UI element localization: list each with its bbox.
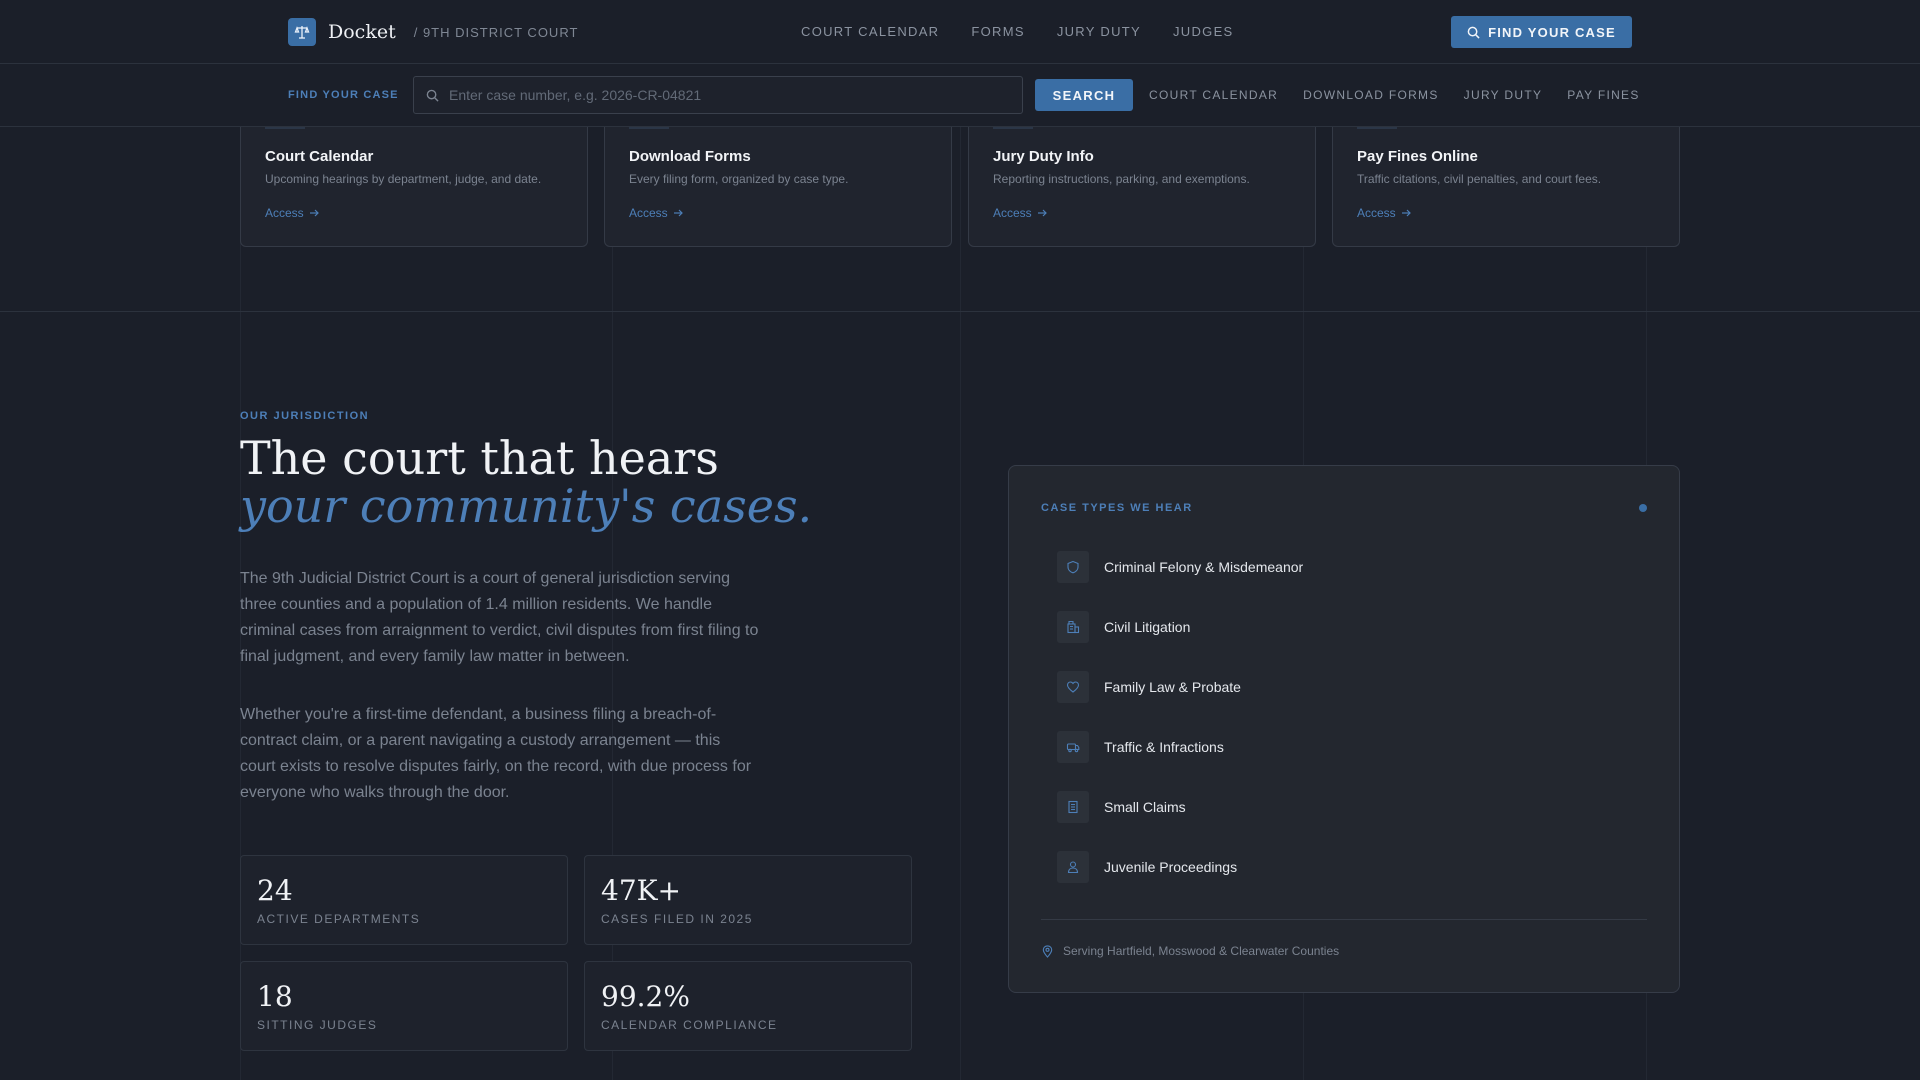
- search-button[interactable]: SEARCH: [1035, 79, 1133, 111]
- arrow-right-icon: [673, 209, 683, 217]
- card-title: Court Calendar: [265, 148, 374, 165]
- stat-card-departments: 24 ACTIVE DEPARTMENTS: [240, 855, 568, 945]
- service-area-text: Serving Hartfield, Mosswood & Clearwater…: [1063, 944, 1340, 958]
- card-access-link[interactable]: Access: [629, 206, 683, 220]
- location-pin-icon: [1042, 944, 1053, 958]
- stat-label: CALENDAR COMPLIANCE: [601, 1018, 778, 1032]
- top-nav: Docket / 9TH DISTRICT COURT COURT CALEND…: [0, 0, 1920, 64]
- stat-card-judges: 18 SITTING JUDGES: [240, 961, 568, 1051]
- card-description: Reporting instructions, parking, and exe…: [993, 172, 1250, 186]
- card-description: Upcoming hearings by department, judge, …: [265, 172, 542, 186]
- status-dot: [1639, 504, 1647, 512]
- headline-line-1: The court that hears: [240, 431, 719, 485]
- card-title: Jury Duty Info: [993, 148, 1094, 165]
- stat-value: 99.2%: [601, 980, 690, 1013]
- stat-label: CASES FILED IN 2025: [601, 912, 753, 926]
- scales-icon: [288, 18, 316, 46]
- case-type-label: Traffic & Infractions: [1104, 739, 1224, 755]
- search-icon: [426, 89, 439, 102]
- quick-link-court-calendar[interactable]: COURT CALENDAR: [1149, 88, 1278, 102]
- case-type-label: Small Claims: [1104, 799, 1186, 815]
- quick-link-download-forms[interactable]: DOWNLOAD FORMS: [1303, 88, 1439, 102]
- card-access-link[interactable]: Access: [265, 206, 319, 220]
- card-access-link[interactable]: Access: [1357, 206, 1411, 220]
- access-label: Access: [993, 206, 1032, 220]
- intro-paragraph: The 9th Judicial District Court is a cou…: [240, 570, 759, 665]
- case-type-label: Family Law & Probate: [1104, 679, 1241, 695]
- nav-link-forms[interactable]: FORMS: [971, 24, 1024, 39]
- card-title: Download Forms: [629, 148, 751, 165]
- stat-label: ACTIVE DEPARTMENTS: [257, 912, 421, 926]
- quick-links: COURT CALENDAR DOWNLOAD FORMS JURY DUTY …: [1149, 88, 1640, 102]
- case-search-bar: FIND YOUR CASE Enter case number, e.g. 2…: [0, 64, 1920, 127]
- brand-name: Docket: [328, 21, 396, 43]
- mission-paragraph: Whether you're a first-time defendant, a…: [240, 706, 752, 801]
- nav-link-judges[interactable]: JUDGES: [1173, 24, 1234, 39]
- receipt-icon: [1057, 791, 1089, 823]
- shield-icon: [1057, 551, 1089, 583]
- quick-link-pay-fines[interactable]: PAY FINES: [1567, 88, 1639, 102]
- arrow-right-icon: [309, 209, 319, 217]
- panel-footer: Serving Hartfield, Mosswood & Clearwater…: [1041, 944, 1339, 958]
- search-placeholder: Enter case number, e.g. 2026-CR-04821: [449, 87, 702, 103]
- card-description: Every filing form, organized by case typ…: [629, 172, 849, 186]
- case-type-small-claims[interactable]: Small Claims: [1057, 791, 1186, 823]
- stat-card-compliance: 99.2% CALENDAR COMPLIANCE: [584, 961, 912, 1051]
- quick-link-jury-duty[interactable]: JURY DUTY: [1464, 88, 1543, 102]
- access-label: Access: [265, 206, 304, 220]
- case-type-family[interactable]: Family Law & Probate: [1057, 671, 1241, 703]
- search-icon: [1467, 26, 1480, 39]
- headline-line-2: your community's cases.: [240, 479, 813, 533]
- panel-title: CASE TYPES WE HEAR: [1041, 502, 1193, 514]
- stat-label: SITTING JUDGES: [257, 1018, 378, 1032]
- stat-value: 18: [257, 980, 293, 1013]
- stat-card-cases-filed: 47K+ CASES FILED IN 2025: [584, 855, 912, 945]
- access-label: Access: [1357, 206, 1396, 220]
- case-type-criminal[interactable]: Criminal Felony & Misdemeanor: [1057, 551, 1303, 583]
- arrow-right-icon: [1401, 209, 1411, 217]
- person-icon: [1057, 851, 1089, 883]
- find-case-button-label: FIND YOUR CASE: [1488, 24, 1616, 40]
- brand-logo[interactable]: Docket / 9TH DISTRICT COURT: [288, 18, 578, 46]
- case-types-panel: CASE TYPES WE HEAR Criminal Felony & Mis…: [1008, 465, 1680, 993]
- section-eyebrow: OUR JURISDICTION: [240, 410, 370, 422]
- car-icon: [1057, 731, 1089, 763]
- section-divider: [0, 311, 1920, 312]
- stat-value: 24: [257, 874, 293, 907]
- search-label: FIND YOUR CASE: [288, 89, 399, 101]
- case-type-traffic[interactable]: Traffic & Infractions: [1057, 731, 1224, 763]
- nav-link-jury-duty[interactable]: JURY DUTY: [1057, 24, 1141, 39]
- nav-link-court-calendar[interactable]: COURT CALENDAR: [801, 24, 939, 39]
- case-type-label: Criminal Felony & Misdemeanor: [1104, 559, 1304, 575]
- panel-divider: [1041, 919, 1647, 920]
- grid-line: [960, 126, 961, 1080]
- case-type-label: Juvenile Proceedings: [1104, 859, 1238, 875]
- court-name: / 9TH DISTRICT COURT: [413, 24, 579, 40]
- card-description: Traffic citations, civil penalties, and …: [1357, 172, 1602, 186]
- card-access-link[interactable]: Access: [993, 206, 1047, 220]
- building-icon: [1057, 611, 1089, 643]
- card-title: Pay Fines Online: [1357, 148, 1478, 165]
- stat-value: 47K+: [601, 874, 682, 907]
- case-search-input[interactable]: Enter case number, e.g. 2026-CR-04821: [413, 76, 1023, 114]
- arrow-right-icon: [1037, 209, 1047, 217]
- heart-icon: [1057, 671, 1089, 703]
- section-headline: The court that hears your community's ca…: [240, 434, 812, 530]
- case-type-civil[interactable]: Civil Litigation: [1057, 611, 1190, 643]
- access-label: Access: [629, 206, 668, 220]
- find-case-button[interactable]: FIND YOUR CASE: [1451, 16, 1632, 48]
- case-type-label: Civil Litigation: [1104, 619, 1191, 635]
- main-nav: COURT CALENDAR FORMS JURY DUTY JUDGES: [801, 24, 1234, 39]
- case-type-juvenile[interactable]: Juvenile Proceedings: [1057, 851, 1237, 883]
